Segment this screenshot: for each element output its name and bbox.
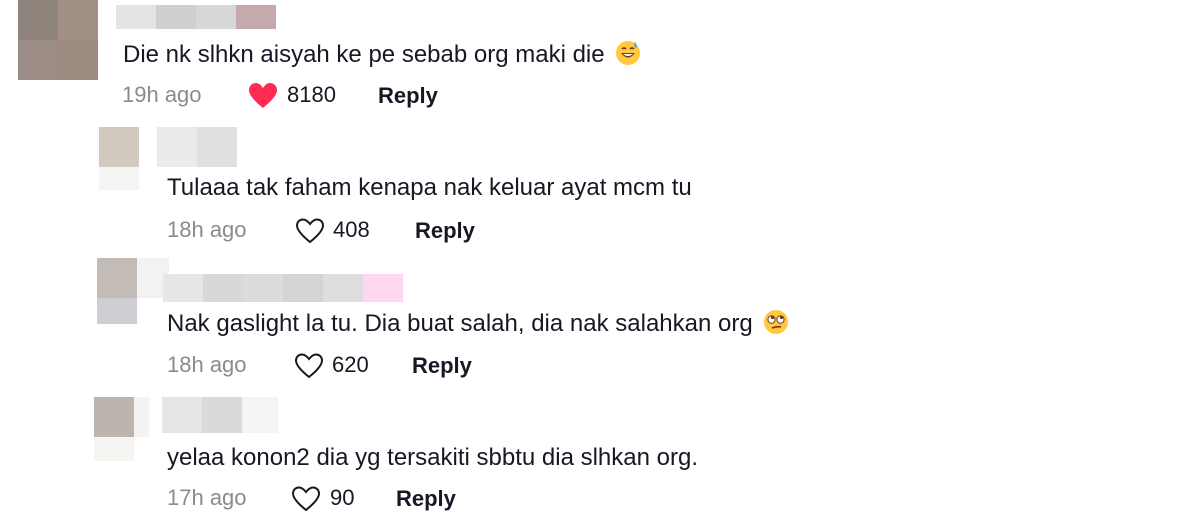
heart-outline-icon[interactable]	[291, 485, 321, 513]
username-redacted[interactable]	[162, 397, 278, 433]
reply-item: yelaa konon2 dia yg tersakiti sbbtu dia …	[0, 0, 1200, 532]
reply-button[interactable]: Reply	[396, 486, 456, 512]
avatar[interactable]	[94, 397, 149, 461]
comment-meta: 17h ago 90 Reply	[167, 485, 567, 515]
timestamp: 17h ago	[167, 485, 247, 510]
like-count: 90	[330, 485, 355, 510]
comment-text: yelaa konon2 dia yg tersakiti sbbtu dia …	[167, 444, 698, 471]
